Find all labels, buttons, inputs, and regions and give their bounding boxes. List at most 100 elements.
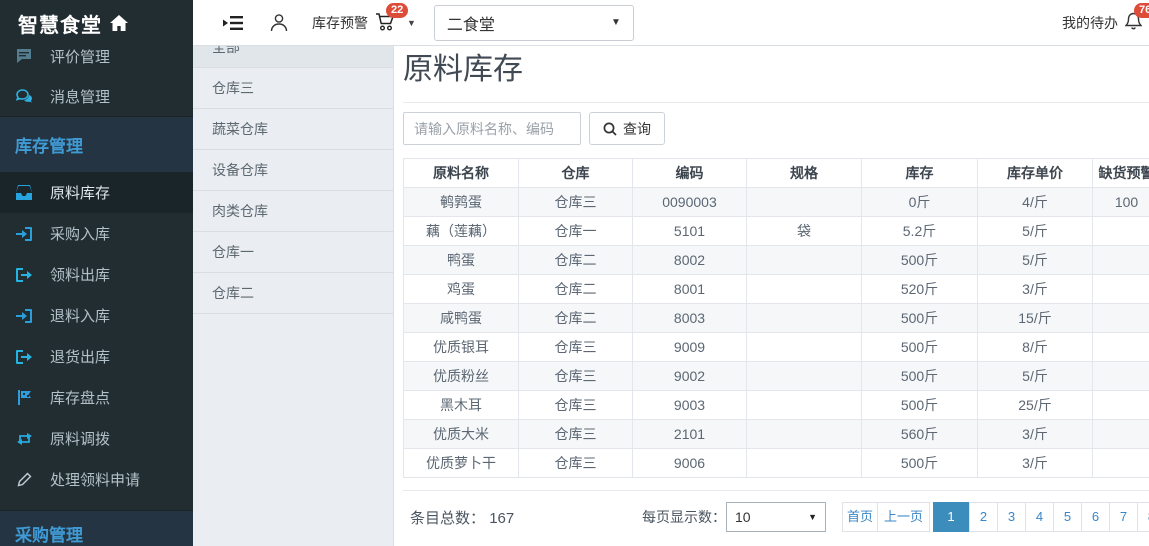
table-cell: [1093, 420, 1149, 449]
col-header: 原料名称: [404, 159, 519, 188]
sidebar-item-messages[interactable]: 消息管理: [0, 76, 193, 116]
sidebar-toggle-icon[interactable]: [223, 15, 243, 31]
sidebar-item-return-in[interactable]: 退料入库: [0, 295, 193, 336]
warehouse-nav: 全部 仓库三 蔬菜仓库 设备仓库 肉类仓库 仓库一 仓库二: [193, 46, 394, 546]
page-title: 原料库存: [403, 50, 1149, 90]
table-row: 咸鸭蛋 仓库二 8003 500斤 15/斤: [404, 304, 1149, 333]
stock-alert-button[interactable]: 库存预警 22 ▼: [312, 12, 416, 34]
warehouse-item[interactable]: 设备仓库: [193, 150, 393, 191]
table-cell: 鹌鹑蛋: [404, 188, 519, 217]
main-content: 原料库存 查询 原料名称 仓库 编码 规格 库存 库存单价 缺货预警: [394, 46, 1149, 546]
col-header: 仓库: [519, 159, 633, 188]
todo-badge: 76: [1134, 3, 1149, 18]
table-cell: 黑木耳: [404, 391, 519, 420]
page-number-button[interactable]: 1: [933, 502, 969, 532]
person-icon[interactable]: [270, 13, 288, 32]
sidebar-item-material-stock[interactable]: 原料库存: [0, 172, 193, 213]
total-count-label: 条目总数：: [410, 510, 485, 527]
table-cell: 5/斤: [978, 362, 1093, 391]
comment-icon: [15, 48, 33, 64]
chevron-down-icon: ▼: [407, 18, 416, 28]
warehouse-item-all[interactable]: 全部: [193, 46, 393, 68]
table-cell: 8003: [633, 304, 747, 333]
section-label: 库存管理: [15, 132, 83, 157]
page-number-button[interactable]: 4: [1025, 502, 1054, 532]
table-cell: [1093, 362, 1149, 391]
table-cell: 15/斤: [978, 304, 1093, 333]
warehouse-item[interactable]: 仓库一: [193, 232, 393, 273]
table-cell: 8/斤: [978, 333, 1093, 362]
page-number-button[interactable]: 5: [1053, 502, 1082, 532]
warehouse-item[interactable]: 肉类仓库: [193, 191, 393, 232]
table-cell: 袋: [747, 217, 862, 246]
table-cell: [1093, 449, 1149, 478]
page-prev-button[interactable]: 上一页: [877, 502, 930, 532]
app-logo[interactable]: 智慧食堂: [0, 0, 193, 36]
sidebar-item-stocktake[interactable]: 库存盘点: [0, 377, 193, 418]
table-cell: [1093, 217, 1149, 246]
table-cell: [1093, 304, 1149, 333]
page-number-button[interactable]: 6: [1081, 502, 1110, 532]
magnifier-icon: [603, 122, 617, 136]
page-number-button[interactable]: 7: [1109, 502, 1138, 532]
pencil-icon: [15, 472, 33, 488]
table-cell: 5101: [633, 217, 747, 246]
sidebar-item-review[interactable]: 评价管理: [0, 36, 193, 76]
stock-alert-label: 库存预警: [312, 13, 368, 33]
stock-table: 原料名称 仓库 编码 规格 库存 库存单价 缺货预警 鹌鹑蛋 仓库三 00900…: [403, 158, 1149, 478]
table-cell: [747, 275, 862, 304]
sidebar-item-transfer[interactable]: 原料调拨: [0, 418, 193, 459]
table-cell: 500斤: [862, 304, 978, 333]
page-number-button[interactable]: 8: [1137, 502, 1149, 532]
table-cell: 仓库三: [519, 333, 633, 362]
sidebar-item-label: 处理领料申请: [50, 469, 140, 490]
warehouse-item[interactable]: 仓库二: [193, 273, 393, 314]
table-cell: 仓库二: [519, 275, 633, 304]
stock-alert-badge: 22: [386, 3, 408, 18]
chevron-down-icon: ▼: [611, 17, 621, 28]
page-size-value: 10: [735, 509, 751, 525]
table-row: 鹌鹑蛋 仓库三 0090003 0斤 4/斤 100: [404, 188, 1149, 217]
canteen-select[interactable]: 二食堂 ▼: [434, 5, 634, 41]
warehouse-list: 全部 仓库三 蔬菜仓库 设备仓库 肉类仓库 仓库一 仓库二: [193, 46, 393, 314]
search-button[interactable]: 查询: [589, 112, 665, 145]
col-header: 规格: [747, 159, 862, 188]
table-cell: 鸭蛋: [404, 246, 519, 275]
warehouse-item[interactable]: 蔬菜仓库: [193, 109, 393, 150]
page-first-button[interactable]: 首页: [842, 502, 878, 532]
table-cell: 藕（莲藕）: [404, 217, 519, 246]
app-title: 智慧食堂: [18, 9, 102, 38]
table-cell: 优质粉丝: [404, 362, 519, 391]
col-header: 缺货预警: [1093, 159, 1149, 188]
sidebar-item-handle-request[interactable]: 处理领料申请: [0, 459, 193, 500]
search-input[interactable]: [403, 112, 581, 145]
table-cell: 500斤: [862, 362, 978, 391]
todo-label: 我的待办: [1062, 13, 1118, 33]
table-cell: [1093, 333, 1149, 362]
sidebar-item-label: 领料出库: [50, 264, 110, 285]
sidebar-item-purchase-in[interactable]: 采购入库: [0, 213, 193, 254]
sidebar-item-label: 库存盘点: [50, 387, 110, 408]
sidebar-item-label: 原料调拨: [50, 428, 110, 449]
page-header: 原料库存: [403, 46, 1149, 103]
table-cell: 560斤: [862, 420, 978, 449]
table-cell: [1093, 246, 1149, 275]
table-cell: 仓库一: [519, 217, 633, 246]
table-cell: 3/斤: [978, 449, 1093, 478]
total-count-value: 167: [489, 510, 514, 527]
section-label: 采购管理: [15, 521, 83, 546]
inbox-icon: [15, 185, 33, 201]
table-cell: 3/斤: [978, 420, 1093, 449]
warehouse-item[interactable]: 仓库三: [193, 68, 393, 109]
sidebar-item-request-out[interactable]: 领料出库: [0, 254, 193, 295]
table-cell: 520斤: [862, 275, 978, 304]
table-cell: 仓库三: [519, 362, 633, 391]
table-cell: 9003: [633, 391, 747, 420]
page-number-button[interactable]: 3: [997, 502, 1026, 532]
table-cell: [747, 304, 862, 333]
todo-button[interactable]: 我的待办 76: [1062, 12, 1145, 34]
page-size-select[interactable]: 10 ▼: [726, 502, 826, 532]
sign-out-icon: [15, 267, 33, 283]
page-number-button[interactable]: 2: [969, 502, 998, 532]
sidebar-item-return-out[interactable]: 退货出库: [0, 336, 193, 377]
